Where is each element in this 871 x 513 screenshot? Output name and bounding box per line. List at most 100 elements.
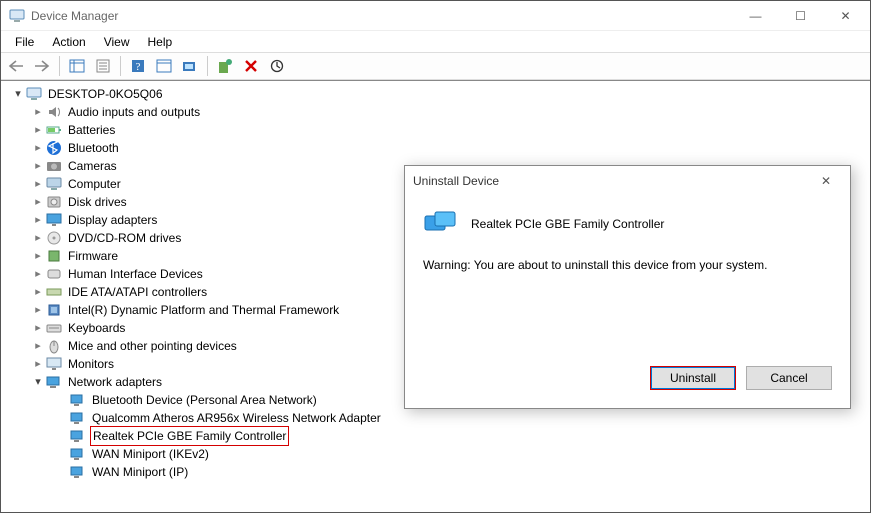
tree-device[interactable]: WAN Miniport (IP) bbox=[3, 463, 868, 481]
tree-device[interactable]: Qualcomm Atheros AR956x Wireless Network… bbox=[3, 409, 868, 427]
forward-button[interactable] bbox=[31, 55, 53, 77]
tree-category-label: Mice and other pointing devices bbox=[66, 337, 239, 355]
hid-icon bbox=[46, 266, 62, 282]
display-icon bbox=[46, 212, 62, 228]
expander-icon[interactable] bbox=[31, 247, 45, 265]
window-title: Device Manager bbox=[31, 9, 733, 23]
disk-icon bbox=[46, 194, 62, 210]
toolbar: ? bbox=[1, 52, 870, 80]
svg-text:?: ? bbox=[136, 61, 141, 73]
network-adapter-icon bbox=[423, 210, 459, 238]
expander-icon[interactable] bbox=[31, 157, 45, 175]
dialog-device-name: Realtek PCIe GBE Family Controller bbox=[471, 217, 664, 231]
network-adapter-icon bbox=[70, 464, 86, 480]
battery-icon bbox=[46, 122, 62, 138]
tree-category-label: Network adapters bbox=[66, 373, 164, 391]
tree-category-label: Keyboards bbox=[66, 319, 127, 337]
expander-icon[interactable] bbox=[31, 229, 45, 247]
expander-icon[interactable] bbox=[11, 85, 25, 103]
tree-category-label: Computer bbox=[66, 175, 123, 193]
network-adapter-icon bbox=[70, 446, 86, 462]
tree-category[interactable]: Batteries bbox=[3, 121, 868, 139]
uninstall-confirm-button[interactable]: Uninstall bbox=[650, 366, 736, 390]
uninstall-button[interactable] bbox=[240, 55, 262, 77]
dialog-body: Realtek PCIe GBE Family Controller Warni… bbox=[405, 196, 850, 366]
menu-help[interactable]: Help bbox=[140, 33, 181, 51]
tree-category-label: IDE ATA/ATAPI controllers bbox=[66, 283, 209, 301]
expander-icon[interactable] bbox=[31, 175, 45, 193]
tree-category-label: DVD/CD-ROM drives bbox=[66, 229, 183, 247]
tree-root-label: DESKTOP-0KO5Q06 bbox=[46, 85, 165, 103]
tree-category-label: Intel(R) Dynamic Platform and Thermal Fr… bbox=[66, 301, 341, 319]
tree-category-label: Monitors bbox=[66, 355, 116, 373]
toolbar-separator bbox=[207, 56, 208, 76]
help-button[interactable]: ? bbox=[127, 55, 149, 77]
tree-category-label: Disk drives bbox=[66, 193, 129, 211]
update-driver-button[interactable] bbox=[179, 55, 201, 77]
tree-root[interactable]: DESKTOP-0KO5Q06 bbox=[3, 85, 868, 103]
network-adapter-icon bbox=[70, 392, 86, 408]
toolbar-separator bbox=[59, 56, 60, 76]
tree-category-label: Firmware bbox=[66, 247, 120, 265]
tree-category-label: Batteries bbox=[66, 121, 117, 139]
bluetooth-icon bbox=[46, 140, 62, 156]
expander-icon[interactable] bbox=[31, 283, 45, 301]
firmware-icon bbox=[46, 248, 62, 264]
expander-icon[interactable] bbox=[31, 193, 45, 211]
tree-device-label: Realtek PCIe GBE Family Controller bbox=[90, 426, 289, 446]
network-adapter-icon bbox=[70, 428, 86, 444]
menu-view[interactable]: View bbox=[96, 33, 138, 51]
tree-category-label: Cameras bbox=[66, 157, 119, 175]
ide-icon bbox=[46, 284, 62, 300]
close-button[interactable]: ✕ bbox=[823, 1, 868, 30]
tree-category-label: Audio inputs and outputs bbox=[66, 103, 202, 121]
keyboard-icon bbox=[46, 320, 62, 336]
expander-icon[interactable] bbox=[31, 139, 45, 157]
monitor-icon bbox=[46, 356, 62, 372]
expander-icon[interactable] bbox=[31, 337, 45, 355]
menu-action[interactable]: Action bbox=[44, 33, 93, 51]
tree-device-label: WAN Miniport (IP) bbox=[90, 463, 190, 481]
network-icon bbox=[46, 374, 62, 390]
menu-file[interactable]: File bbox=[7, 33, 42, 51]
toolbar-separator bbox=[120, 56, 121, 76]
dialog-title: Uninstall Device bbox=[413, 174, 499, 188]
mouse-icon bbox=[46, 338, 62, 354]
tree-device-label: WAN Miniport (IKEv2) bbox=[90, 445, 211, 463]
disable-button[interactable] bbox=[266, 55, 288, 77]
network-adapter-icon bbox=[70, 410, 86, 426]
scan-hardware-button[interactable] bbox=[153, 55, 175, 77]
back-button[interactable] bbox=[5, 55, 27, 77]
show-hidden-button[interactable] bbox=[66, 55, 88, 77]
tree-device[interactable]: Realtek PCIe GBE Family Controller bbox=[3, 427, 868, 445]
computer-icon bbox=[26, 86, 42, 102]
expander-icon[interactable] bbox=[31, 265, 45, 283]
title-bar: Device Manager — ☐ ✕ bbox=[1, 1, 870, 31]
tree-device-label: Bluetooth Device (Personal Area Network) bbox=[90, 391, 319, 409]
menu-bar: File Action View Help bbox=[1, 31, 870, 52]
cancel-button[interactable]: Cancel bbox=[746, 366, 832, 390]
tree-category-label: Bluetooth bbox=[66, 139, 121, 157]
expander-icon[interactable] bbox=[31, 121, 45, 139]
app-icon bbox=[9, 8, 25, 24]
install-legacy-button[interactable] bbox=[214, 55, 236, 77]
expander-icon[interactable] bbox=[31, 211, 45, 229]
tree-category-label: Human Interface Devices bbox=[66, 265, 205, 283]
dialog-close-button[interactable]: ✕ bbox=[810, 167, 842, 195]
expander-icon[interactable] bbox=[31, 301, 45, 319]
cd-icon bbox=[46, 230, 62, 246]
maximize-button[interactable]: ☐ bbox=[778, 1, 823, 30]
dialog-warning-text: Warning: You are about to uninstall this… bbox=[423, 258, 834, 272]
tree-category-label: Display adapters bbox=[66, 211, 159, 229]
properties-button[interactable] bbox=[92, 55, 114, 77]
tree-device[interactable]: WAN Miniport (IKEv2) bbox=[3, 445, 868, 463]
tree-category[interactable]: Audio inputs and outputs bbox=[3, 103, 868, 121]
tree-category[interactable]: Bluetooth bbox=[3, 139, 868, 157]
expander-icon[interactable] bbox=[31, 373, 45, 391]
minimize-button[interactable]: — bbox=[733, 1, 778, 30]
computer-icon bbox=[46, 176, 62, 192]
audio-icon bbox=[46, 104, 62, 120]
expander-icon[interactable] bbox=[31, 103, 45, 121]
expander-icon[interactable] bbox=[31, 319, 45, 337]
expander-icon[interactable] bbox=[31, 355, 45, 373]
